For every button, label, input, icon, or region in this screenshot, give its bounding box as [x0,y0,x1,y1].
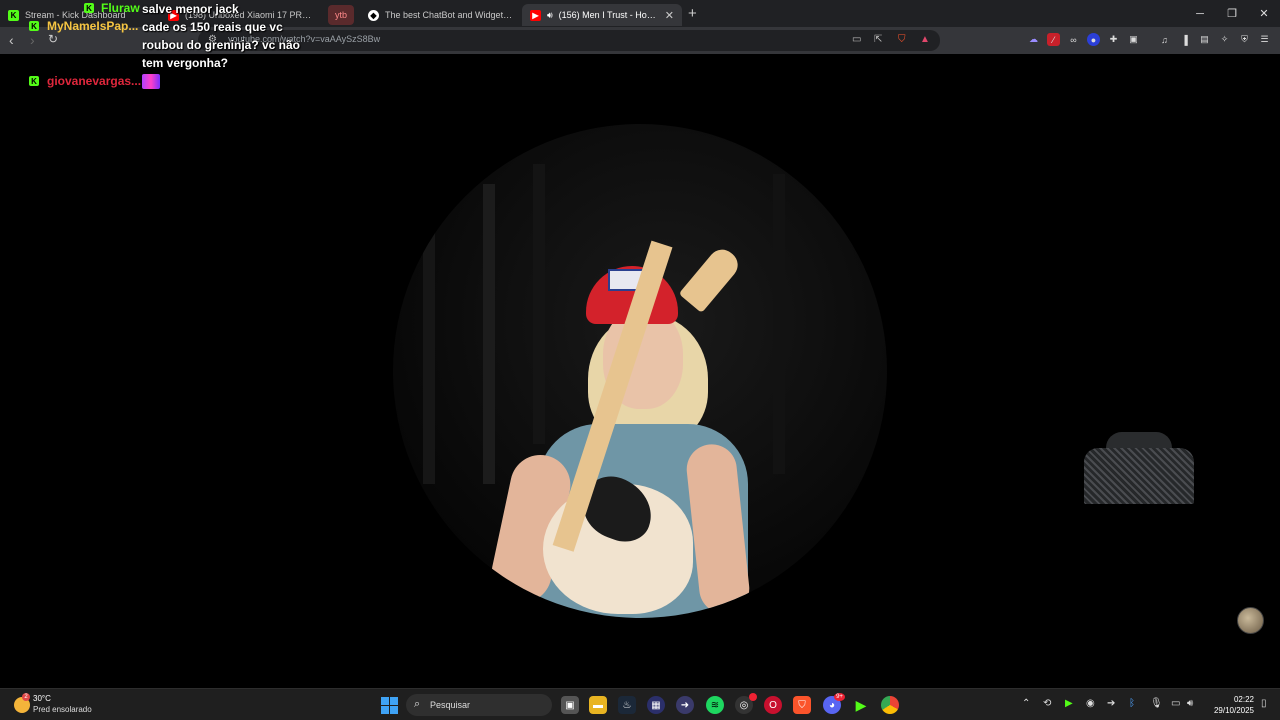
start-button[interactable] [381,697,398,714]
close-tab-icon[interactable]: ✕ [665,9,674,22]
windows-logo-tile [381,706,389,714]
streamer-avatar [1237,607,1264,634]
tab-botrix[interactable]: ◆ The best ChatBot and Widgets for Ki [360,4,522,26]
office-chair-cutout [1084,432,1194,504]
kick-icon: K [29,21,39,31]
speaker-icon: 🔊︎ [547,9,553,20]
music-icon[interactable]: ♫ [1158,33,1171,46]
opera-gx-icon[interactable]: O [764,696,782,714]
tray-play-icon[interactable]: ▶ [1065,698,1073,709]
windows-logo-tile [390,697,398,705]
play-app-icon[interactable]: ▶ [852,696,870,714]
vpn-icon[interactable]: ⛨ [1238,33,1251,46]
chrome-icon[interactable] [881,696,899,714]
system-clock[interactable]: 02:22 29/10/2025 [1206,694,1254,716]
backdrop-pole [423,224,435,484]
brave-shields-icon[interactable]: ⛉ [898,34,906,45]
leo-ai-icon[interactable]: ✧ [1218,33,1231,46]
tray-arrow-icon[interactable]: ➔ [1107,698,1115,709]
restore-icon[interactable]: ❐ [1216,0,1248,27]
tab-group-ytb[interactable]: ytb [328,5,354,25]
tab-men-i-trust[interactable]: ▶ 🔊︎ (156) Men I Trust - House Edit ✕ [522,4,682,26]
chat-username: Fluraw [101,1,140,15]
extension-red-icon[interactable]: ⁄ [1047,33,1060,46]
sync-icon[interactable]: ⟲ [1043,698,1051,709]
kick-icon: K [29,76,39,86]
tray-app-icon[interactable]: ◉ [1086,698,1095,709]
network-icon[interactable]: ▭ [1171,698,1180,709]
share-icon[interactable]: ⇱ [874,34,882,45]
tab-label: The best ChatBot and Widgets for Ki [385,10,514,20]
chat-username: MyNameIsPap... [47,19,139,33]
botrix-icon: ◆ [368,9,379,21]
steam-icon[interactable]: ♨ [618,696,636,714]
chat-text: salve menor jack [142,2,239,16]
microphone-icon[interactable]: 🎙︎ [1150,698,1163,709]
search-placeholder: Pesquisar [430,700,471,710]
volume-icon[interactable]: 🔊︎ [1187,698,1193,709]
guitar-headstock [678,243,744,314]
discord-icon[interactable]: ◕ 9+ [823,693,845,714]
chat-username: giovanevargas... [47,74,142,88]
windows-logo-tile [381,697,389,705]
wallet-icon[interactable]: ▤ [1198,33,1211,46]
bluetooth-icon[interactable]: ᛒ [1129,698,1135,709]
app-icon-arrow[interactable]: ➜ [676,696,694,714]
discord-badge: 9+ [834,693,845,701]
reload-icon[interactable]: ↻ [48,32,58,46]
search-icon: ⌕ [414,698,421,710]
close-window-icon[interactable]: ✕ [1248,0,1280,27]
taskbar: 2 30°C Pred ensolarado ⌕ Pesquisar ▣ ▬ ♨… [0,688,1280,720]
app-icon-purple[interactable]: ▦ [647,696,665,714]
menu-icon[interactable]: ☰ [1258,33,1271,46]
extension-blue-icon[interactable]: ● [1087,33,1100,46]
backdrop-pole [533,164,545,444]
taskbar-search[interactable]: ⌕ Pesquisar [406,694,552,716]
video-thumbnail-photo [393,124,887,618]
sidebar-icon[interactable]: ▐ [1178,33,1191,46]
windows-logo-tile [390,706,398,714]
weather-description[interactable]: Pred ensolarado [33,705,92,714]
weather-temperature[interactable]: 30°C [33,694,51,703]
forward-icon[interactable]: › [30,32,35,48]
puzzle-icon[interactable]: ✚ [1107,33,1120,46]
screenshot-icon[interactable]: ▣ [1127,33,1140,46]
weather-badge: 2 [22,693,30,701]
window-controls: ─ ❐ ✕ [1184,0,1280,27]
back-icon[interactable]: ‹ [9,32,14,48]
file-explorer-icon[interactable]: ▬ [589,696,607,714]
brave-rewards-icon[interactable]: ▲ [920,34,930,45]
notifications-icon[interactable]: ▯ [1261,698,1267,709]
kick-icon: K [8,9,19,21]
spotify-icon[interactable]: ≋ [706,696,724,714]
notification-badge [749,693,757,701]
chair-mesh [1084,448,1194,504]
task-view-icon[interactable]: ▣ [561,696,579,714]
youtube-icon: ▶ [530,9,541,21]
extension-cloud-icon[interactable]: ☁ [1027,33,1040,46]
brave-icon[interactable]: ⛉ [793,696,811,714]
cast-icon[interactable]: ▭ [852,34,861,45]
new-tab-button[interactable]: + [688,5,697,22]
chat-text: cade os 150 reais que vc roubou do greni… [142,20,301,70]
kick-icon: K [84,3,94,13]
extension-glasses-icon[interactable]: ∞ [1067,33,1080,46]
clock-date: 29/10/2025 [1213,706,1254,715]
backdrop-pole [483,184,495,484]
show-hidden-icons-icon[interactable]: ⌃ [1022,698,1030,709]
emote-icon [142,74,160,89]
obs-icon[interactable]: ◎ [735,693,757,714]
tab-label: (156) Men I Trust - House Edit [558,10,659,20]
minimize-icon[interactable]: ─ [1184,0,1216,27]
backdrop-pole [773,174,785,474]
clock-time: 02:22 [1233,695,1254,704]
